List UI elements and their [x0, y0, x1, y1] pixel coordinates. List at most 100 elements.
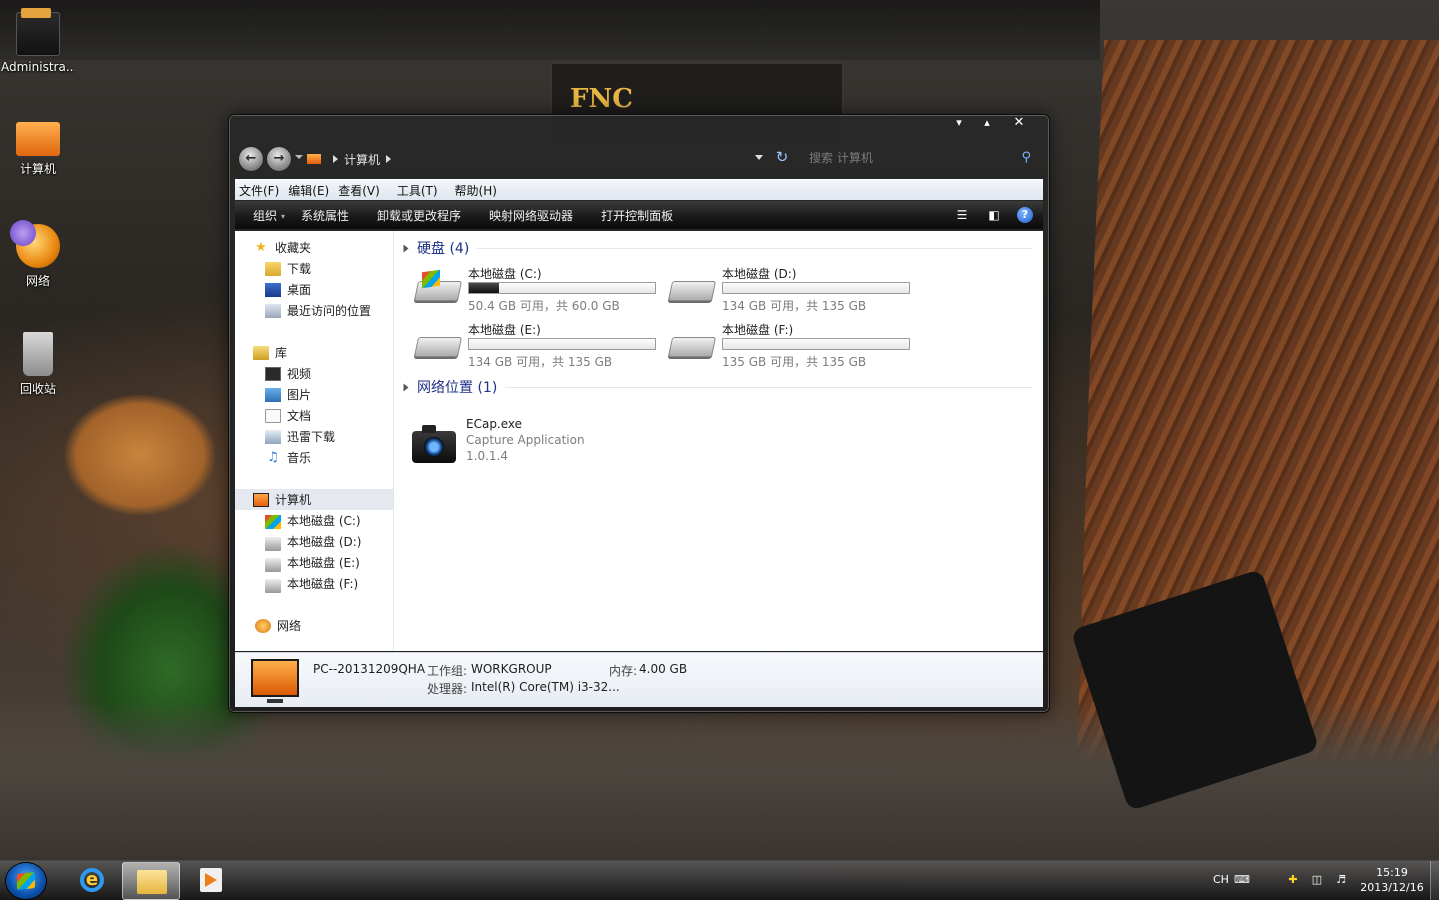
drive-item-f[interactable]: 本地磁盘 (F:) 135 GB 可用，共 135 GB [664, 321, 910, 371]
hard-drive-icon [667, 337, 717, 357]
open-control-panel-button[interactable]: 打开控制面板 [587, 207, 687, 224]
start-button[interactable] [6, 863, 46, 899]
nav-label: 迅雷下载 [287, 430, 336, 444]
refresh-icon[interactable]: ↻ [773, 148, 791, 166]
menu-edit[interactable]: 编辑(E) [284, 182, 334, 199]
breadcrumb-arrow-icon[interactable] [333, 155, 338, 163]
nav-label: 收藏夹 [275, 241, 312, 255]
drive-item-e[interactable]: 本地磁盘 (E:) 134 GB 可用，共 135 GB [410, 321, 656, 371]
breadcrumb-computer[interactable]: 计算机 [344, 151, 380, 168]
menu-view[interactable]: 查看(V) [334, 182, 385, 199]
drive-name: 本地磁盘 (E:) [468, 323, 541, 337]
windows-logo-icon [422, 269, 440, 289]
search-icon[interactable]: ⚲ [1021, 148, 1031, 168]
change-view-icon[interactable]: ☰ [953, 206, 971, 224]
drive-usage-fill [469, 283, 499, 293]
group-divider [477, 247, 1032, 249]
taskbar-internet-explorer[interactable]: e [62, 862, 118, 898]
menu-tools[interactable]: 工具(T) [385, 182, 443, 199]
group-header-network-locations[interactable]: 网络位置 (1) [402, 378, 1032, 396]
nav-network[interactable]: 网络 [235, 615, 413, 636]
network-icon [10, 220, 60, 268]
system-properties-button[interactable]: 系统属性 [287, 207, 363, 224]
network-icon [255, 618, 271, 633]
star-icon: ★ [255, 239, 267, 255]
system-drive-icon [265, 514, 281, 529]
wallpaper-sign-text: FNC [570, 84, 633, 114]
show-desktop-button[interactable] [1430, 861, 1439, 900]
desktop-icon-network[interactable]: 网络 [1, 220, 75, 289]
music-note-icon: ♫ [267, 449, 279, 465]
search-input[interactable]: 搜索 计算机 ⚲ [809, 148, 1035, 168]
processor-value: Intel(R) Core(TM) i3-32... [471, 680, 620, 694]
drive-item-d[interactable]: 本地磁盘 (D:) 134 GB 可用，共 135 GB [664, 265, 910, 315]
desktop-icon-label: 计算机 [19, 162, 56, 176]
collapse-icon[interactable] [403, 244, 409, 252]
content-area: ★ 收藏夹 下载 桌面 最近访问的位置 库 视频 图片 文档 迅雷下载 ♫ 音乐… [235, 231, 1043, 651]
nav-label: 本地磁盘 (C:) [287, 514, 361, 528]
desktop-icon-computer[interactable]: 计算机 [1, 116, 75, 177]
command-bar-right: ☰ ◧ ? [953, 206, 1033, 224]
collapse-icon[interactable] [403, 383, 409, 391]
taskbar-windows-explorer[interactable] [122, 862, 180, 900]
network-item-description: Capture Application [466, 433, 585, 447]
desktop-icon-label: 网络 [25, 274, 50, 288]
drive-item-c[interactable]: 本地磁盘 (C:) 50.4 GB 可用，共 60.0 GB [410, 265, 656, 315]
uninstall-program-button[interactable]: 卸载或更改程序 [363, 207, 475, 224]
address-bar[interactable]: 计算机 [307, 149, 747, 169]
language-indicator[interactable]: CH [1213, 873, 1229, 886]
desktop-icon [265, 282, 281, 297]
address-history-dropdown[interactable] [755, 155, 763, 160]
volume-icon[interactable]: ♬ [1334, 873, 1348, 887]
navigation-bar: ← → 计算机 ↻ 搜索 计算机 ⚲ [235, 145, 1043, 173]
group-title: 硬盘 (4) [417, 241, 470, 257]
memory-label: 内存: [609, 664, 638, 678]
hard-drive-icon [413, 337, 463, 357]
computer-name: PC--20131209QHA [313, 662, 426, 676]
close-button[interactable]: ✕ [1001, 115, 1037, 133]
desktop-icon-user-folder[interactable]: Administra... [1, 8, 75, 74]
menu-bar: 文件(F) 编辑(E) 查看(V) 工具(T) 帮助(H) [235, 179, 1043, 200]
drive-free-space: 50.4 GB 可用，共 60.0 GB [468, 299, 620, 313]
recent-pages-dropdown[interactable] [295, 155, 303, 159]
forward-button[interactable]: → [267, 147, 291, 171]
nav-favorites[interactable]: ★ 收藏夹 [235, 237, 411, 258]
network-item-name: ECap.exe [466, 417, 523, 431]
hard-drive-icon [265, 557, 281, 572]
drive-free-space: 134 GB 可用，共 135 GB [468, 355, 613, 369]
clock[interactable]: 15:19 2013/12/16 [1352, 865, 1432, 895]
keyboard-icon[interactable]: ⌨ [1234, 873, 1250, 887]
menu-file[interactable]: 文件(F) [235, 182, 284, 199]
folder-icon [16, 8, 60, 56]
drive-free-space: 135 GB 可用，共 135 GB [722, 355, 867, 369]
nav-label: 文档 [287, 409, 312, 423]
drive-usage-bar [468, 338, 656, 350]
desktop-icon-label: 回收站 [19, 382, 56, 396]
processor-label: 处理器: [427, 682, 468, 696]
help-icon[interactable]: ? [1017, 207, 1033, 223]
drive-usage-bar [722, 338, 910, 350]
back-button[interactable]: ← [239, 147, 263, 171]
network-item-ecap[interactable]: ECap.exe Capture Application 1.0.1.4 [410, 417, 630, 467]
security-shield-icon[interactable]: ✚ [1286, 873, 1300, 887]
nav-computer[interactable]: 计算机 [235, 489, 393, 510]
group-title: 网络位置 (1) [417, 380, 498, 396]
explorer-window: ▾ ▴ ✕ ← → 计算机 ↻ 搜索 计算机 ⚲ 文件(F) 编辑(E) 查看(… [228, 114, 1050, 713]
network-status-icon[interactable]: ◫ [1310, 873, 1324, 887]
minimize-button[interactable]: ▾ [945, 115, 973, 133]
menu-help[interactable]: 帮助(H) [443, 182, 502, 199]
maximize-button[interactable]: ▴ [973, 115, 1001, 133]
command-bar: 组织 ▾ 系统属性 卸载或更改程序 映射网络驱动器 打开控制面板 ☰ ◧ ? [235, 201, 1043, 229]
desktop-icon-recycle-bin[interactable]: 回收站 [1, 332, 75, 397]
taskbar-media-player[interactable] [182, 862, 238, 898]
computer-icon [253, 661, 297, 703]
group-header-hard-disks[interactable]: 硬盘 (4) [402, 239, 1032, 257]
documents-library-icon [265, 408, 281, 423]
drive-name: 本地磁盘 (D:) [722, 267, 797, 281]
nav-label: 桌面 [287, 283, 312, 297]
preview-pane-icon[interactable]: ◧ [985, 206, 1003, 224]
breadcrumb-arrow-icon[interactable] [386, 155, 392, 163]
nav-libraries[interactable]: 库 [235, 342, 411, 363]
media-player-icon [200, 868, 222, 892]
map-network-drive-button[interactable]: 映射网络驱动器 [475, 207, 587, 224]
